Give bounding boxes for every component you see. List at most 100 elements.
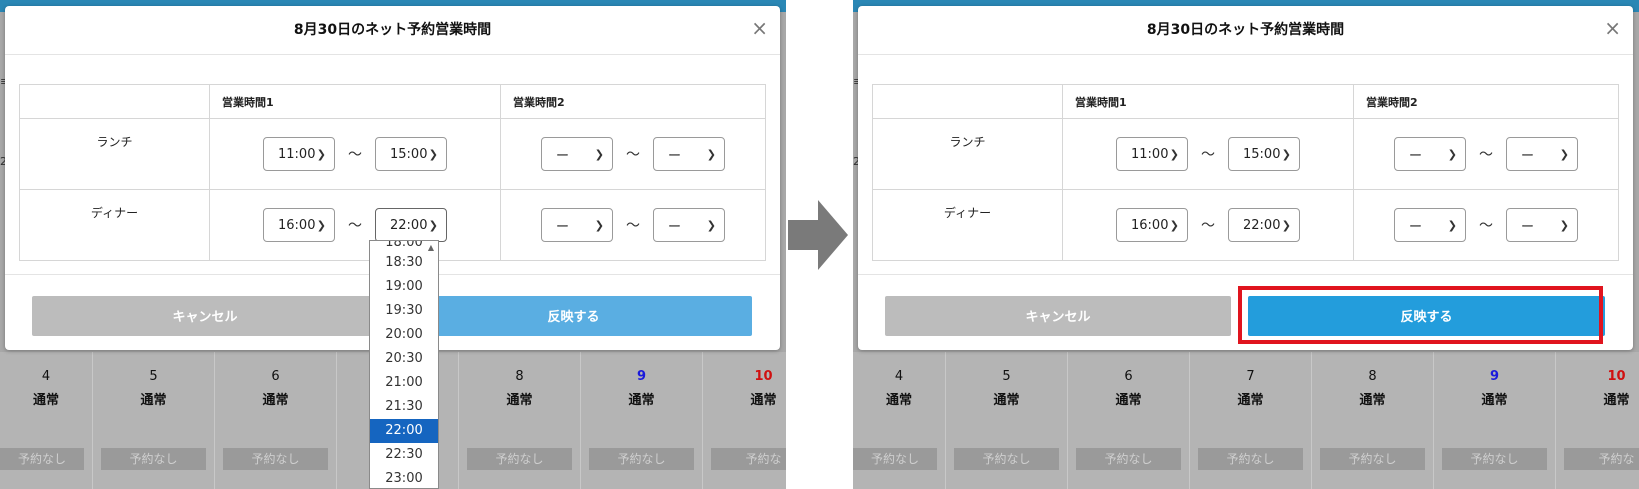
calendar-day[interactable]: 4 通常 予約なし bbox=[853, 352, 946, 489]
dinner-hours2-end-select[interactable]: ー ❯ bbox=[1506, 208, 1578, 242]
chevron-down-icon: ❯ bbox=[1281, 147, 1291, 161]
day-type: 通常 bbox=[993, 393, 1020, 408]
calendar-day[interactable]: 5 通常 予約なし bbox=[946, 352, 1068, 489]
lunch-hours2-start-select[interactable]: ー ❯ bbox=[1394, 137, 1466, 171]
day-number: 10 bbox=[1607, 369, 1626, 384]
cancel-button[interactable]: キャンセル bbox=[885, 296, 1231, 336]
lunch-hours1-start-select[interactable]: 11:00 ❯ bbox=[263, 137, 335, 171]
day-number: 5 bbox=[1002, 369, 1011, 384]
lunch-hours2-end-select[interactable]: ー ❯ bbox=[1506, 137, 1578, 171]
dropdown-option[interactable]: 21:30 bbox=[370, 395, 438, 419]
reservation-status: 予約な bbox=[711, 448, 786, 470]
calendar-day[interactable]: 7 通常 予約なし bbox=[1190, 352, 1312, 489]
calendar-day[interactable]: 5 通常 予約なし bbox=[93, 352, 215, 489]
range-separator: ～ bbox=[1479, 218, 1493, 234]
dinner-hours1-start-select[interactable]: 16:00 ❯ bbox=[1116, 208, 1188, 242]
apply-button[interactable]: 反映する bbox=[395, 296, 752, 336]
day-type: 通常 bbox=[262, 393, 289, 408]
chevron-down-icon: ❯ bbox=[1559, 147, 1569, 161]
calendar-day[interactable]: 6 通常 予約なし bbox=[1068, 352, 1190, 489]
day-type: 通常 bbox=[140, 393, 167, 408]
day-number: 4 bbox=[894, 369, 904, 384]
reservation-status: 予約なし bbox=[954, 448, 1059, 470]
chevron-down-icon: ❯ bbox=[316, 218, 326, 232]
dropdown-option-selected[interactable]: 22:00 bbox=[370, 419, 438, 443]
cancel-button[interactable]: キャンセル bbox=[32, 296, 378, 336]
dinner-hours1-start-select[interactable]: 16:00 ❯ bbox=[263, 208, 335, 242]
calendar-day[interactable]: 6 通常 予約なし bbox=[215, 352, 337, 489]
range-separator: ～ bbox=[348, 147, 362, 163]
day-type: 通常 bbox=[506, 393, 533, 408]
calendar-day[interactable]: 9 通常 予約なし bbox=[1434, 352, 1556, 489]
dropdown-option[interactable]: 19:00 bbox=[370, 275, 438, 299]
chevron-down-icon: ❯ bbox=[1447, 218, 1457, 232]
day-number: 6 bbox=[271, 369, 280, 384]
arrow-right-icon bbox=[788, 200, 848, 270]
apply-button-highlight bbox=[1238, 286, 1603, 344]
hours-table: 営業時間1 営業時間2 ランチ 11:00 ❯ ～ 15:00 ❯ ー ❯ ～ ー ❯ … bbox=[872, 84, 1619, 261]
reservation-status: 予約なし bbox=[1320, 448, 1425, 470]
range-separator: ～ bbox=[626, 218, 640, 234]
day-type: 通常 bbox=[1359, 393, 1386, 408]
chevron-down-icon: ❯ bbox=[706, 147, 716, 161]
lunch-hours2-end-select[interactable]: ー ❯ bbox=[653, 137, 725, 171]
modal-title: 8月30日のネット予約営業時間 bbox=[858, 6, 1633, 55]
dropdown-option[interactable]: 22:30 bbox=[370, 443, 438, 467]
calendar-day[interactable]: 10 通常 予約な bbox=[703, 352, 786, 489]
dropdown-option[interactable]: 20:00 bbox=[370, 323, 438, 347]
lunch-hours1-start-select[interactable]: 11:00 ❯ bbox=[1116, 137, 1188, 171]
range-separator: ～ bbox=[1479, 147, 1493, 163]
table-header-hours1: 営業時間1 bbox=[209, 84, 501, 119]
reservation-status: 予約なし bbox=[1076, 448, 1181, 470]
calendar-day[interactable]: 8 通常 予約なし bbox=[459, 352, 581, 489]
dinner-hours2-start-select[interactable]: ー ❯ bbox=[541, 208, 613, 242]
dinner-hours1-end-select[interactable]: 22:00 ❯ bbox=[375, 208, 447, 242]
reservation-status: 予約な bbox=[1564, 448, 1639, 470]
reservation-status: 予約なし bbox=[0, 448, 84, 470]
chevron-down-icon: ❯ bbox=[316, 147, 326, 161]
table-header-hours1: 営業時間1 bbox=[1062, 84, 1354, 119]
range-separator: ～ bbox=[348, 218, 362, 234]
dinner-hours2-start-select[interactable]: ー ❯ bbox=[1394, 208, 1466, 242]
lunch-hours1-end-select[interactable]: 15:00 ❯ bbox=[1228, 137, 1300, 171]
day-number: 9 bbox=[636, 369, 647, 384]
dropdown-option[interactable]: 21:00 bbox=[370, 371, 438, 395]
calendar-day[interactable]: 8 通常 予約なし bbox=[1312, 352, 1434, 489]
day-type: 通常 bbox=[1603, 393, 1630, 408]
calendar-day[interactable]: 9 通常 予約なし bbox=[581, 352, 703, 489]
chevron-down-icon: ❯ bbox=[1281, 218, 1291, 232]
reservation-status: 予約なし bbox=[101, 448, 206, 470]
dropdown-option[interactable]: 20:30 bbox=[370, 347, 438, 371]
table-row: ディナー 16:00 ❯ ～ 22:00 ❯ ー ❯ ～ ー ❯ bbox=[872, 189, 1619, 261]
reservation-status: 予約なし bbox=[223, 448, 328, 470]
scroll-up-icon[interactable]: ▲ bbox=[424, 241, 438, 255]
row-label-dinner: ディナー bbox=[872, 189, 1063, 261]
lunch-hours2-start-select[interactable]: ー ❯ bbox=[541, 137, 613, 171]
lunch-hours1-end-select[interactable]: 15:00 ❯ bbox=[375, 137, 447, 171]
day-number: 9 bbox=[1489, 369, 1500, 384]
chevron-down-icon: ❯ bbox=[706, 218, 716, 232]
day-number: 10 bbox=[754, 369, 773, 384]
chevron-down-icon: ❯ bbox=[428, 218, 438, 232]
calendar-day[interactable]: 4 通常 予約なし bbox=[0, 352, 93, 489]
range-separator: ～ bbox=[1201, 218, 1215, 234]
dinner-hours1-end-select[interactable]: 22:00 ❯ bbox=[1228, 208, 1300, 242]
day-type: 通常 bbox=[885, 393, 912, 408]
chevron-down-icon: ❯ bbox=[1559, 218, 1569, 232]
day-type: 通常 bbox=[1237, 393, 1264, 408]
day-number: 7 bbox=[1246, 369, 1255, 384]
dropdown-option[interactable]: 23:00 bbox=[370, 467, 438, 488]
time-dropdown-list: 18:00 18:30 19:00 19:30 20:00 20:30 21:0… bbox=[369, 240, 439, 489]
reservation-status: 予約なし bbox=[589, 448, 694, 470]
day-type: 通常 bbox=[750, 393, 777, 408]
close-icon[interactable]: × bbox=[1604, 18, 1621, 38]
modal-title: 8月30日のネット予約営業時間 bbox=[5, 6, 780, 55]
reservation-status: 予約なし bbox=[853, 448, 937, 470]
close-icon[interactable]: × bbox=[751, 18, 768, 38]
chevron-down-icon: ❯ bbox=[594, 147, 604, 161]
dinner-hours2-end-select[interactable]: ー ❯ bbox=[653, 208, 725, 242]
day-number: 8 bbox=[1368, 369, 1377, 384]
calendar-day[interactable]: 10 通常 予約な bbox=[1556, 352, 1639, 489]
table-header-hours2: 営業時間2 bbox=[1353, 84, 1619, 119]
dropdown-option[interactable]: 19:30 bbox=[370, 299, 438, 323]
